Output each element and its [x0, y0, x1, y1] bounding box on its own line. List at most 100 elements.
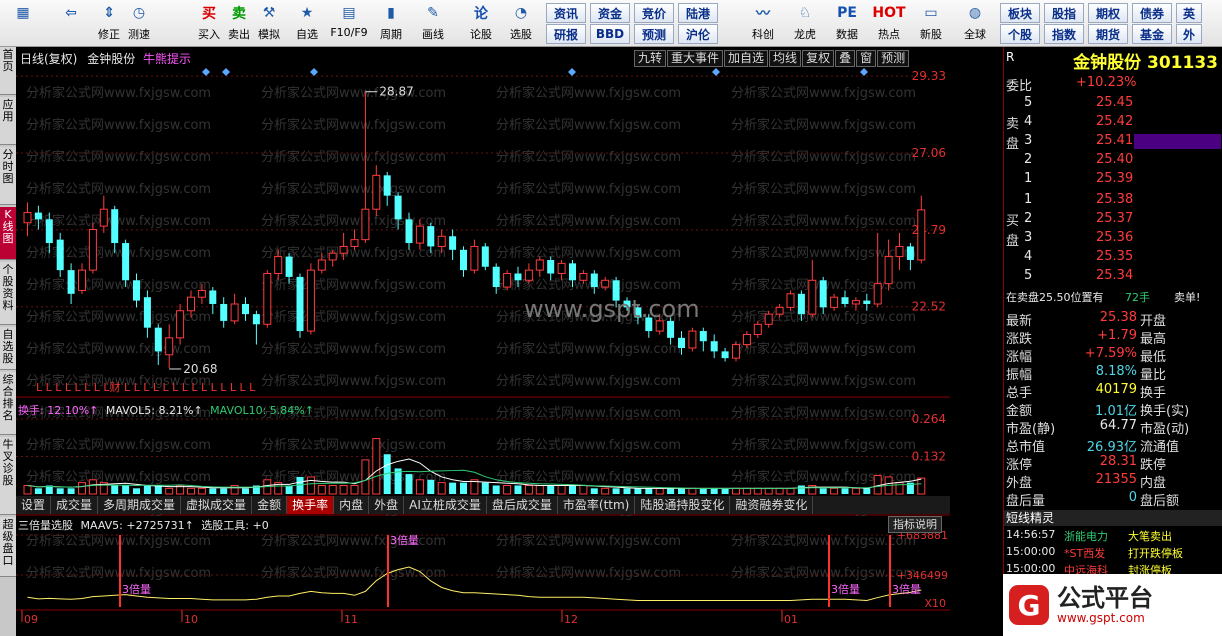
- toolbar-grid-button[interactable]: ▦: [4, 2, 42, 45]
- quick-button[interactable]: 陆港: [678, 3, 718, 23]
- quick-button[interactable]: 沪伦: [678, 24, 718, 44]
- sell-level-row[interactable]: 4 25.42: [1004, 114, 1222, 131]
- quick-button[interactable]: 竞价: [634, 3, 674, 23]
- quick-button[interactable]: 资讯: [546, 3, 586, 23]
- bull-bear-tip[interactable]: 牛熊提示: [143, 52, 191, 66]
- chart-button-7[interactable]: 预测: [877, 50, 910, 67]
- left-tab-6[interactable]: 综合排名: [0, 372, 16, 435]
- event-marker-icon[interactable]: [712, 68, 720, 76]
- indicator-tab-11[interactable]: 陆股通持股变化: [635, 496, 731, 514]
- chart-canvas[interactable]: 分析家公式网www.fxjgsw.com 分析家公式网www.fxjgsw.com…: [16, 47, 950, 636]
- left-tab-8[interactable]: 超级盘口: [0, 517, 16, 577]
- toolbar-star-button[interactable]: ★ 自选: [288, 2, 326, 45]
- stat-label-2: 流通值: [1140, 440, 1180, 455]
- toolbar-sci-tech-button[interactable]: 〰科创: [744, 2, 782, 45]
- arrows-icon: ⇕: [103, 5, 115, 21]
- elves-item[interactable]: 14:56:57 浙能电力 大笔卖出: [1004, 528, 1222, 545]
- indicator-tab-7[interactable]: 外盘: [369, 496, 405, 514]
- quick-button[interactable]: 预测: [634, 24, 674, 44]
- buy-level-row[interactable]: 1 25.38: [1004, 192, 1222, 209]
- indicator-tab-1[interactable]: 成交量: [51, 496, 99, 514]
- buy-level-row[interactable]: 2 25.37: [1004, 211, 1222, 228]
- toolbar-f10-button[interactable]: ▤ F10/F9: [330, 2, 368, 45]
- indicator-tab-5[interactable]: 换手率: [287, 496, 335, 514]
- chart-button-6[interactable]: 窗: [856, 50, 877, 67]
- sell-level-row[interactable]: 5 25.45: [1004, 95, 1222, 112]
- quick-button[interactable]: 研报: [546, 24, 586, 44]
- indicator-tab-10[interactable]: 市盈率(ttm): [558, 496, 636, 514]
- stat-label-2: 开盘: [1140, 314, 1167, 329]
- quick-button[interactable]: 期货: [1088, 24, 1128, 44]
- volume-bar: [579, 484, 588, 495]
- quick-button[interactable]: 基金: [1132, 24, 1172, 44]
- sell-level-row[interactable]: 1 25.39: [1004, 171, 1222, 188]
- elves-stock: 浙能电力: [1064, 530, 1108, 543]
- left-tab-5[interactable]: 自选股: [0, 327, 16, 370]
- toolbar-new-stock-button[interactable]: ▭ 新股: [912, 2, 950, 45]
- quick-button[interactable]: 期权: [1088, 3, 1128, 23]
- quick-button[interactable]: 指数: [1044, 24, 1084, 44]
- event-marker-icon[interactable]: [860, 68, 868, 76]
- toolbar-discuss-button[interactable]: 论论股: [462, 2, 500, 45]
- toolbar-hot-button[interactable]: HOT 热点: [870, 2, 908, 45]
- toolbar-hammer-button[interactable]: ⚒ 模拟: [250, 2, 288, 45]
- indicator-tab-2[interactable]: 多周期成交量: [98, 496, 182, 514]
- quick-button[interactable]: 外: [1176, 24, 1202, 44]
- toolbar-data-button[interactable]: PE 数据: [828, 2, 866, 45]
- indicator-tab-9[interactable]: 盘后成交量: [487, 496, 558, 514]
- quick-button[interactable]: 债券: [1132, 3, 1172, 23]
- left-tab-2[interactable]: 分时图: [0, 147, 16, 205]
- left-tab-4[interactable]: 个股资料: [0, 262, 16, 325]
- indicator-tab-3[interactable]: 虚拟成交量: [181, 496, 253, 514]
- toolbar-globe-button[interactable]: ◍ 全球: [956, 2, 994, 45]
- left-tab-1[interactable]: 应用: [0, 97, 16, 145]
- indicator-tab-0[interactable]: 设置: [16, 496, 52, 514]
- toolbar-dragon-tiger-button[interactable]: ♘ 龙虎: [786, 2, 824, 45]
- event-marker-icon[interactable]: [202, 68, 210, 76]
- event-marker-icon[interactable]: [568, 68, 576, 76]
- stat-label: 市盈(静): [1006, 422, 1056, 437]
- data-icon: PE: [837, 5, 857, 21]
- chart-button-4[interactable]: 复权: [802, 50, 835, 67]
- buy-level-row[interactable]: 4 25.35: [1004, 249, 1222, 266]
- short-term-elves-title[interactable]: 短线精灵: [1004, 510, 1222, 526]
- kline-chart[interactable]: 分析家公式网www.fxjgsw.com 分析家公式网www.fxjgsw.com…: [16, 47, 950, 636]
- chart-button-5[interactable]: 叠: [835, 50, 856, 67]
- event-marker-icon[interactable]: [222, 68, 230, 76]
- indicator-tab-6[interactable]: 内盘: [334, 496, 370, 514]
- elves-item[interactable]: 15:00:00 *ST西发 打开跌停板: [1004, 545, 1222, 562]
- event-marker-icon[interactable]: [310, 68, 318, 76]
- chart-button-3[interactable]: 均线: [769, 50, 802, 67]
- toolbar-period-button[interactable]: ▮ 周期: [372, 2, 410, 45]
- chart-button-1[interactable]: 重大事件: [667, 50, 724, 67]
- sell-level-row[interactable]: 3 25.41: [1004, 133, 1222, 150]
- quick-button[interactable]: 资金: [590, 3, 630, 23]
- quick-button[interactable]: 个股: [1000, 24, 1040, 44]
- pending-order-row: 在卖盘25.50位置有 72手 卖单!: [1004, 289, 1222, 306]
- quick-button[interactable]: 板块: [1000, 3, 1040, 23]
- left-tab-3[interactable]: K线图: [0, 207, 16, 260]
- toolbar-select-stock-button[interactable]: ◔ 选股: [502, 2, 540, 45]
- toolbar-clock-button[interactable]: ◷ 测速: [120, 2, 158, 45]
- quick-button[interactable]: 英: [1176, 3, 1202, 23]
- indicator-tab-12[interactable]: 融资融券变化: [730, 496, 814, 514]
- sell-level-row[interactable]: 2 25.40: [1004, 152, 1222, 169]
- stat-value: 40179: [1095, 382, 1137, 397]
- quick-button[interactable]: BBD: [590, 24, 630, 44]
- left-tab-7[interactable]: 牛叉诊股: [0, 437, 16, 515]
- toolbar-back-arrow-button[interactable]: ⇦: [52, 2, 90, 45]
- buy-level-row[interactable]: 5 25.34: [1004, 268, 1222, 285]
- indicator-tab-8[interactable]: AI立桩成交量: [404, 496, 487, 514]
- toolbar-pen-button[interactable]: ✎ 画线: [414, 2, 452, 45]
- chart-button-0[interactable]: 九转: [634, 50, 667, 67]
- quick-button[interactable]: 股指: [1044, 3, 1084, 23]
- left-tab-0[interactable]: 首页: [0, 47, 16, 95]
- svg-text:分析家公式网www.fxjgsw.com: 分析家公式网www.fxjgsw.com: [261, 117, 446, 133]
- chart-button-2[interactable]: 加自选: [724, 50, 769, 67]
- indicator-tab-4[interactable]: 金额: [252, 496, 288, 514]
- buy-level-row[interactable]: 3 25.36: [1004, 230, 1222, 247]
- svg-text:分析家公式网www.fxjgsw.com: 分析家公式网www.fxjgsw.com: [26, 85, 211, 101]
- period-label[interactable]: 日线(复权): [20, 52, 77, 66]
- stat-value: 64.77: [1099, 418, 1137, 433]
- indicator-help-button[interactable]: 指标说明: [888, 516, 942, 533]
